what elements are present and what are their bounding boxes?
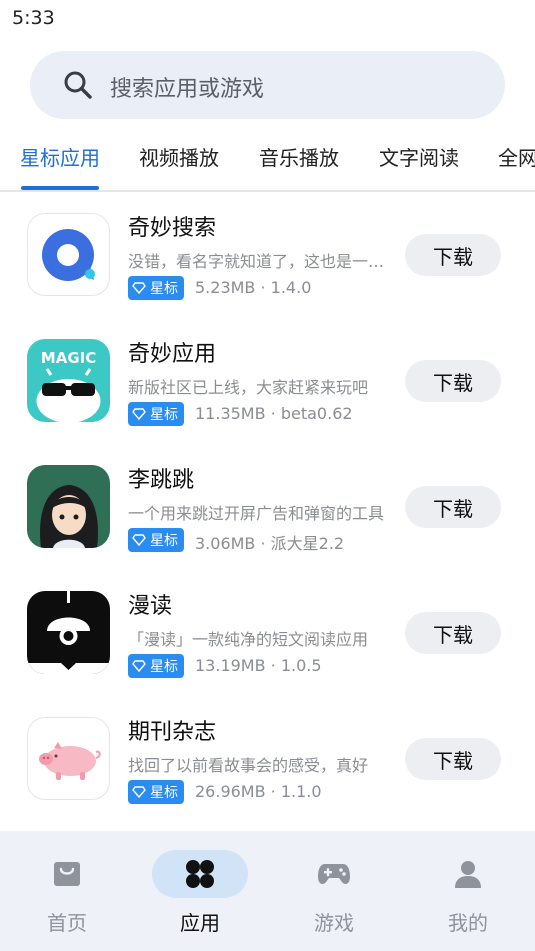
tab-video-player[interactable]: 视频播放 xyxy=(139,142,219,171)
list-item[interactable]: 期刊杂志 找回了以前看故事会的感受，真好 星标 26.96MB · 1.1.0 … xyxy=(0,696,535,822)
home-bag-icon xyxy=(54,862,80,886)
active-tab-indicator xyxy=(21,186,99,190)
search-app-icon xyxy=(27,213,110,296)
star-badge: 星标 xyxy=(128,402,184,426)
status-bar: 5:33 xyxy=(0,0,535,38)
star-badge: 星标 xyxy=(128,276,184,300)
person-icon xyxy=(455,861,481,888)
badge-label: 星标 xyxy=(150,785,178,801)
list-item[interactable]: 奇妙搜索 没错，看名字就知道了，这也是一款奇妙系列软件 星标 5.23MB · … xyxy=(0,192,535,318)
magic-app-icon: MAGIC xyxy=(27,339,110,422)
bottom-navigation: 首页 应用 游戏 我的 xyxy=(0,831,535,951)
app-name: 漫读 xyxy=(128,594,173,619)
diamond-icon xyxy=(132,660,146,673)
app-description: 「漫读」一款纯净的短文阅读应用 xyxy=(128,630,369,649)
app-name: 期刊杂志 xyxy=(128,720,217,745)
nav-icon-wrap xyxy=(152,850,248,898)
list-item[interactable]: MAGIC 奇妙应用 新版社区已上线，大家赶紧来玩吧 星标 11.35MB · … xyxy=(0,318,535,444)
nav-icon-wrap xyxy=(19,850,115,898)
download-button[interactable]: 下载 xyxy=(405,486,501,528)
lamp-icon xyxy=(27,591,110,674)
star-badge: 星标 xyxy=(128,528,184,552)
app-meta: 5.23MB · 1.4.0 xyxy=(195,278,312,297)
nav-label: 我的 xyxy=(448,911,488,935)
tab-music-player[interactable]: 音乐播放 xyxy=(259,142,339,171)
star-badge: 星标 xyxy=(128,780,184,804)
gamepad-icon xyxy=(318,864,350,885)
app-description: 找回了以前看故事会的感受，真好 xyxy=(128,756,369,775)
tab-all-web[interactable]: 全网 xyxy=(498,142,535,171)
girl-avatar-icon xyxy=(27,465,110,548)
app-description: 一个用来跳过开屏广告和弹窗的工具 xyxy=(128,504,385,523)
nav-label: 应用 xyxy=(180,911,220,935)
badge-label: 星标 xyxy=(150,533,178,549)
app-meta: 13.19MB · 1.0.5 xyxy=(195,656,322,675)
search-bar[interactable]: 搜索应用或游戏 xyxy=(30,51,505,119)
badge-label: 星标 xyxy=(150,659,178,675)
badge-label: 星标 xyxy=(150,281,178,297)
download-button[interactable]: 下载 xyxy=(405,738,501,780)
download-button[interactable]: 下载 xyxy=(405,612,501,654)
diamond-icon xyxy=(132,408,146,421)
app-name: 奇妙搜索 xyxy=(128,216,217,241)
list-item[interactable]: 漫读 「漫读」一款纯净的短文阅读应用 星标 13.19MB · 1.0.5 下载 xyxy=(0,570,535,696)
nav-home[interactable]: 首页 xyxy=(0,831,134,951)
diamond-icon xyxy=(132,534,146,547)
nav-icon-wrap xyxy=(286,850,382,898)
magic-icon-text: MAGIC xyxy=(41,349,96,367)
apps-grid-icon xyxy=(186,860,214,888)
diamond-icon xyxy=(132,786,146,799)
nav-label: 游戏 xyxy=(314,911,354,935)
app-description: 没错，看名字就知道了，这也是一款奇妙系列软件 xyxy=(128,252,392,271)
tab-starred-apps[interactable]: 星标应用 xyxy=(20,142,100,171)
nav-icon-wrap xyxy=(420,850,516,898)
download-button[interactable]: 下载 xyxy=(405,234,501,276)
category-tabs: 星标应用 视频播放 音乐播放 文字阅读 全网 xyxy=(0,130,535,192)
nav-mine[interactable]: 我的 xyxy=(401,831,535,951)
tab-text-reading[interactable]: 文字阅读 xyxy=(379,142,459,171)
badge-label: 星标 xyxy=(150,407,178,423)
app-description: 新版社区已上线，大家赶紧来玩吧 xyxy=(128,378,369,397)
pig-icon xyxy=(27,717,110,800)
app-name: 李跳跳 xyxy=(128,468,195,493)
app-meta: 11.35MB · beta0.62 xyxy=(195,404,353,423)
search-placeholder: 搜索应用或游戏 xyxy=(110,77,265,102)
download-button[interactable]: 下载 xyxy=(405,360,501,402)
app-name: 奇妙应用 xyxy=(128,342,217,367)
search-icon xyxy=(62,69,94,101)
app-meta: 3.06MB · 派大星2.2 xyxy=(195,534,345,553)
list-item[interactable]: 李跳跳 一个用来跳过开屏广告和弹窗的工具 星标 3.06MB · 派大星2.2 … xyxy=(0,444,535,570)
nav-apps[interactable]: 应用 xyxy=(133,831,267,951)
status-time: 5:33 xyxy=(12,7,55,29)
star-badge: 星标 xyxy=(128,654,184,678)
nav-games[interactable]: 游戏 xyxy=(267,831,401,951)
app-meta: 26.96MB · 1.1.0 xyxy=(195,782,322,801)
diamond-icon xyxy=(132,282,146,295)
nav-label: 首页 xyxy=(47,911,87,935)
